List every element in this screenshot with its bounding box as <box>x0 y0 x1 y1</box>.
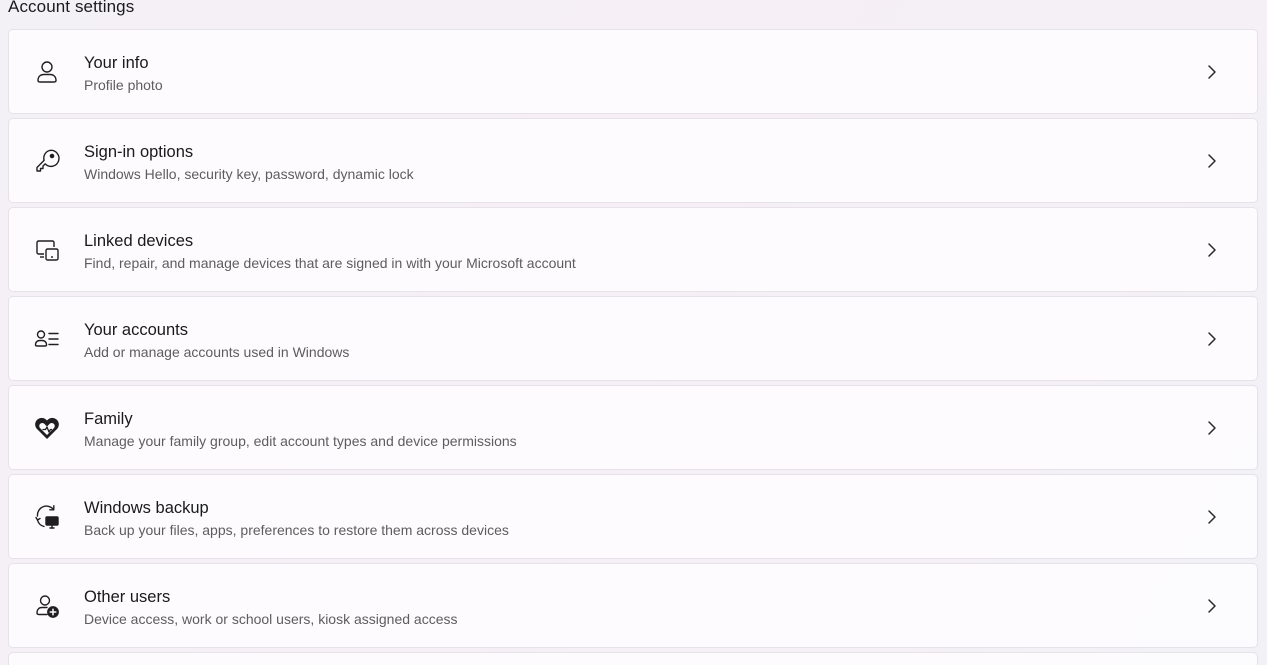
setting-title: Sign-in options <box>84 143 194 161</box>
setting-row-your-accounts[interactable]: Your accounts Add or manage accounts use… <box>8 296 1258 381</box>
key-icon <box>33 147 61 175</box>
setting-subtitle: Add or manage accounts used in Windows <box>84 344 350 360</box>
family-heart-icon <box>33 414 61 442</box>
setting-row-your-info[interactable]: Your info Profile photo <box>8 29 1258 114</box>
setting-subtitle: Windows Hello, security key, password, d… <box>84 166 414 182</box>
chevron-right-icon <box>1205 420 1219 436</box>
chevron-right-icon <box>1205 153 1219 169</box>
setting-title: Your accounts <box>84 321 188 339</box>
backup-sync-icon <box>33 503 61 531</box>
setting-row-sign-in-options[interactable]: Sign-in options Windows Hello, security … <box>8 118 1258 203</box>
setting-title: Your info <box>84 54 149 72</box>
devices-icon <box>33 236 61 264</box>
chevron-right-icon <box>1205 509 1219 525</box>
setting-subtitle: Device access, work or school users, kio… <box>84 611 458 627</box>
setting-title: Family <box>84 410 133 428</box>
setting-row-partial[interactable] <box>8 652 1258 665</box>
chevron-right-icon <box>1205 64 1219 80</box>
section-title: Account settings <box>8 0 135 16</box>
accounts-list-icon <box>33 325 61 353</box>
setting-row-family[interactable]: Family Manage your family group, edit ac… <box>8 385 1258 470</box>
setting-title: Windows backup <box>84 499 209 517</box>
person-icon <box>33 58 61 86</box>
setting-row-other-users[interactable]: Other users Device access, work or schoo… <box>8 563 1258 648</box>
setting-title: Other users <box>84 588 171 606</box>
account-settings-list: Your info Profile photo Sign-in options … <box>8 29 1258 665</box>
setting-subtitle: Manage your family group, edit account t… <box>84 433 517 449</box>
add-person-icon <box>33 592 61 620</box>
chevron-right-icon <box>1205 242 1219 258</box>
setting-row-windows-backup[interactable]: Windows backup Back up your files, apps,… <box>8 474 1258 559</box>
setting-subtitle: Profile photo <box>84 77 163 93</box>
chevron-right-icon <box>1205 598 1219 614</box>
setting-subtitle: Back up your files, apps, preferences to… <box>84 522 509 538</box>
setting-title: Linked devices <box>84 232 194 250</box>
chevron-right-icon <box>1205 331 1219 347</box>
setting-row-linked-devices[interactable]: Linked devices Find, repair, and manage … <box>8 207 1258 292</box>
setting-subtitle: Find, repair, and manage devices that ar… <box>84 255 576 271</box>
